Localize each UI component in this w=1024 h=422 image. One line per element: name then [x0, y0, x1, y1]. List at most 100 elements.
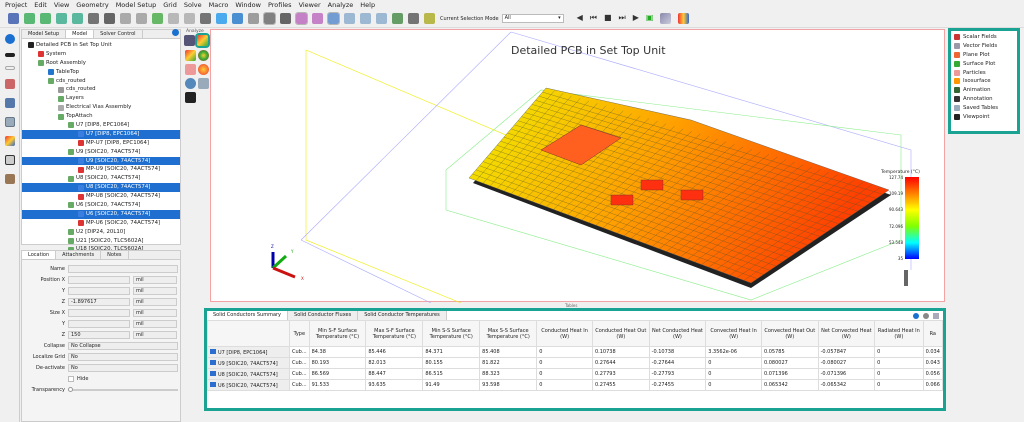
menu-model-setup[interactable]: Model Setup: [116, 1, 157, 9]
selection-mode-dropdown[interactable]: All ▾: [501, 14, 564, 23]
menu-solve[interactable]: Solve: [184, 1, 202, 9]
measure-icon[interactable]: [104, 13, 115, 24]
row-header[interactable]: U7 [DIP8, EPC1064]: [207, 346, 290, 358]
name-field[interactable]: [68, 264, 178, 273]
tree-item[interactable]: TableTop: [22, 68, 180, 77]
unit-field[interactable]: mil: [133, 308, 177, 317]
analysis-item-plane-plot[interactable]: Plane Plot: [954, 51, 1014, 60]
position-z-field[interactable]: -1.897617: [68, 297, 130, 306]
size-x-field[interactable]: [68, 308, 130, 317]
component[interactable]: [610, 194, 634, 206]
glasses-outline-icon[interactable]: [4, 66, 15, 70]
column-header[interactable]: Conducted Heat Out (W): [591, 320, 650, 347]
help-icon[interactable]: [172, 29, 179, 36]
column-header[interactable]: Min S-S Surface Temperature (°C): [422, 320, 481, 347]
grid-view-2-icon[interactable]: [360, 13, 371, 24]
row-header[interactable]: U6 [SOIC20, 74ACT574]: [207, 379, 290, 391]
notes-icon[interactable]: [4, 174, 15, 184]
plot-icon[interactable]: [4, 136, 15, 146]
window-icon[interactable]: [4, 117, 15, 127]
tree-item[interactable]: U6 [SOIC20, 74ACT574]: [22, 209, 180, 219]
row-header[interactable]: U8 [SOIC20, 74ACT574]: [207, 368, 290, 380]
pcb-board[interactable]: [468, 87, 890, 284]
tree-item[interactable]: TopAttach: [22, 112, 180, 121]
deactivate-dropdown[interactable]: No: [68, 363, 178, 372]
align-2-icon[interactable]: [136, 13, 147, 24]
tree-item[interactable]: Layers: [22, 94, 180, 103]
column-header[interactable]: Convected Heat In (W): [705, 320, 762, 347]
calculator-icon[interactable]: [4, 155, 15, 165]
component[interactable]: [680, 189, 704, 201]
tree-item[interactable]: Electrical Vias Assembly: [22, 103, 180, 112]
tree-item[interactable]: U9 [SOIC20, 74ACT574]: [22, 156, 180, 166]
grid-view-3-icon[interactable]: [376, 13, 387, 24]
save-icon[interactable]: [8, 13, 19, 24]
unit-field[interactable]: mil: [133, 330, 177, 339]
menu-project[interactable]: Project: [5, 1, 27, 9]
analysis-item-particles[interactable]: Particles: [954, 68, 1014, 77]
box-icon[interactable]: [312, 13, 323, 24]
pcb-3d-scene[interactable]: X Y Z: [211, 30, 946, 303]
refresh-all-icon[interactable]: [40, 13, 51, 24]
render-icon[interactable]: [327, 12, 340, 25]
table-row[interactable]: U6 [SOIC20, 74ACT574] Cub... 91.533 93.635 9…: [207, 379, 943, 391]
cut-icon[interactable]: [152, 13, 163, 24]
info-icon[interactable]: [4, 34, 15, 44]
tab-notes[interactable]: Notes: [101, 251, 129, 259]
table-row[interactable]: U9 [SOIC20, 74ACT574] Cub... 80.193 82.013 8…: [207, 357, 943, 369]
tab-attachments[interactable]: Attachments: [56, 251, 102, 259]
tree-item[interactable]: MP-U9 [SOIC20, 74ACT574]: [22, 165, 180, 174]
analysis-item-scalar-fields[interactable]: Scalar Fields: [954, 33, 1014, 42]
row-header[interactable]: U9 [SOIC20, 74ACT574]: [207, 357, 290, 369]
unit-field[interactable]: mil: [133, 275, 177, 284]
column-header[interactable]: Convected Heat Out (W): [760, 320, 819, 347]
tree-item[interactable]: MP-U8 [SOIC20, 74ACT574]: [22, 192, 180, 201]
size-z-field[interactable]: 150: [68, 330, 130, 339]
slider-thumb[interactable]: [68, 386, 73, 392]
tab-solid-conductor-temperatures[interactable]: Solid Conductor Temperatures: [358, 311, 447, 320]
tab-model[interactable]: Model: [66, 30, 95, 38]
refresh-icon[interactable]: [24, 13, 35, 24]
tree-item[interactable]: U6 [SOIC20, 74ACT574]: [22, 201, 180, 210]
tree-item[interactable]: MP-U7 [DIP8, EPC1064]: [22, 139, 180, 148]
surface-plot-icon[interactable]: [198, 50, 209, 61]
collapse-dropdown[interactable]: No Collapse: [68, 341, 178, 350]
table-row[interactable]: U7 [DIP8, EPC1064] Cub... 84.38 85.446 84.37…: [207, 346, 943, 358]
menu-macro[interactable]: Macro: [209, 1, 229, 9]
import-icon[interactable]: [56, 13, 67, 24]
analysis-item-vector-fields[interactable]: Vector Fields: [954, 42, 1014, 51]
arrow-down-icon[interactable]: [904, 270, 908, 286]
record-icon[interactable]: ▣: [646, 13, 654, 24]
export-icon[interactable]: [933, 312, 939, 319]
column-header[interactable]: Max S-F Surface Temperature (°C): [365, 320, 424, 347]
size-y-field[interactable]: [68, 319, 130, 328]
tab-solver-control[interactable]: Solver Control: [94, 30, 143, 38]
isosurface-icon[interactable]: [198, 64, 209, 75]
plane-plot-icon[interactable]: [185, 50, 196, 61]
tab-model-setup[interactable]: Model Setup: [22, 30, 67, 38]
layout-icon[interactable]: [660, 13, 672, 24]
stop-icon[interactable]: ■: [604, 13, 612, 24]
step-forward-icon[interactable]: ⏭: [619, 13, 626, 24]
grid-view-icon[interactable]: [344, 13, 355, 24]
tree-item[interactable]: U9 [SOIC20, 74ACT574]: [22, 148, 180, 157]
analysis-item-viewpoint[interactable]: Viewpoint: [954, 112, 1014, 121]
analysis-item-surface-plot[interactable]: Surface Plot: [954, 59, 1014, 68]
unit-field[interactable]: mil: [133, 319, 177, 328]
tree-item[interactable]: U7 [DIP8, EPC1064]: [22, 129, 180, 139]
saved-tables-icon[interactable]: [198, 78, 209, 89]
column-header[interactable]: Net Convected Heat (W): [817, 320, 876, 347]
menu-viewer[interactable]: Viewer: [299, 1, 321, 9]
hide-checkbox[interactable]: [68, 375, 74, 382]
tree-item[interactable]: cds_routed: [22, 77, 180, 86]
column-header[interactable]: Max S-S Surface Temperature (°C): [479, 320, 538, 347]
tree-item[interactable]: Detailed PCB in Set Top Unit: [22, 41, 180, 50]
scalar-field-icon[interactable]: [195, 33, 210, 48]
cube-outline-icon[interactable]: [232, 13, 243, 24]
particles-icon[interactable]: [185, 64, 196, 75]
tab-solid-conductor-fluxes[interactable]: Solid Conductor Fluxes: [288, 311, 359, 320]
colormap-icon[interactable]: [678, 13, 690, 24]
glasses-icon[interactable]: [4, 53, 15, 57]
column-header[interactable]: Net Conducted Heat (W): [648, 320, 707, 347]
align-icon[interactable]: [120, 13, 131, 24]
